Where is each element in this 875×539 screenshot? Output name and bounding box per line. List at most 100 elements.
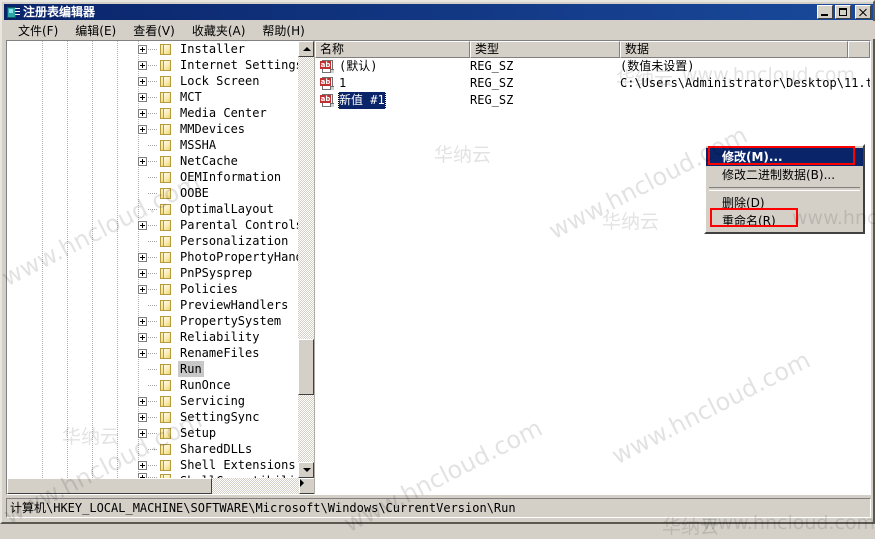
expand-plus-icon[interactable] [138,108,147,118]
tree-node-oeminformation[interactable]: OEMInformation [7,169,299,185]
folder-icon [158,411,174,424]
folder-icon [158,331,174,344]
cell-name: ab 1 [315,75,470,92]
tree-node-lock-screen[interactable]: Lock Screen [7,73,299,89]
tree-node-netcache[interactable]: NetCache [7,153,299,169]
tree-node-propertysystem[interactable]: PropertySystem [7,313,299,329]
expand-plus-icon[interactable] [138,60,147,70]
context-menu[interactable]: 修改(M)... 修改二进制数据(B)... 删除(D) 重命名(R) [704,144,865,234]
tree-node-mct[interactable]: MCT [7,89,299,105]
tree-node-label: Policies [180,282,238,296]
table-row[interactable]: ab 1 REG_SZ C:\Users\Administrator\Desktop\… [315,75,870,92]
tree-node-setup[interactable]: Setup [7,425,299,441]
expand-plus-icon[interactable] [138,412,147,422]
folder-icon [158,59,174,72]
expand-plus-icon[interactable] [138,396,147,406]
tree-connector [148,256,157,258]
tree-node-renamefiles[interactable]: RenameFiles [7,345,299,361]
tree-node-photopropertyhandler[interactable]: PhotoPropertyHandler [7,249,299,265]
expand-plus-icon[interactable] [138,332,147,342]
menu-favorites[interactable]: 收藏夹(A) [184,21,255,40]
tree-node-pnpsysprep[interactable]: PnPSysprep [7,265,299,281]
expand-plus-icon[interactable] [138,460,147,470]
tree-node-label: MCT [180,90,202,104]
maximize-button[interactable] [835,5,851,19]
table-row[interactable]: ab (默认) REG_SZ (数值未设置) [315,58,870,75]
table-row[interactable]: ab 新值 #1 REG_SZ [315,92,870,109]
value-list[interactable]: ab (默认) REG_SZ (数值未设置) ab 1 REG_SZ C:\Users\Adm… [315,58,870,109]
expand-plus-icon[interactable] [138,44,147,54]
tree-node-run[interactable]: Run [7,361,299,377]
value-list-pane[interactable]: 名称 类型 数据 ab (默认) REG_SZ (数值未设置) ab 1 REG_SZ C:\… [315,41,870,494]
tree-node-shareddlls[interactable]: SharedDLLs [7,441,299,457]
tree-node-shell-extensions[interactable]: Shell Extensions [7,457,299,473]
tree-node-optimallayout[interactable]: OptimalLayout [7,201,299,217]
cell-type: REG_SZ [470,58,620,75]
tree-node-previewhandlers[interactable]: PreviewHandlers [7,297,299,313]
expand-plus-icon[interactable] [138,220,147,230]
tree-scroll-up-button[interactable] [298,41,314,57]
expand-plus-icon[interactable] [138,156,147,166]
column-header-type[interactable]: 类型 [470,41,620,58]
expand-plus-icon[interactable] [138,428,147,438]
close-button[interactable] [855,5,871,19]
tree-node-label: Lock Screen [180,74,260,88]
menu-file[interactable]: 文件(F) [10,21,67,40]
expand-plus-icon[interactable] [138,316,147,326]
tree-scroll-down-button[interactable] [298,462,314,478]
tree-node-runonce[interactable]: RunOnce [7,377,299,393]
tree-node-personalization[interactable]: Personalization [7,233,299,249]
expand-plus-icon[interactable] [138,252,147,262]
expand-plus-icon[interactable] [138,348,147,358]
menu-edit[interactable]: 编辑(E) [67,21,125,40]
context-menu-item-rename[interactable]: 重命名(R) [706,212,863,230]
tree-node-internet-settings[interactable]: Internet Settings [7,57,299,73]
context-menu-item-modify[interactable]: 修改(M)... [706,148,863,166]
registry-tree[interactable]: Installer Internet Settings Lock Screen MCT… [7,41,299,478]
expand-plus-icon[interactable] [138,76,147,86]
registry-tree-pane[interactable]: Installer Internet Settings Lock Screen MCT… [7,41,315,494]
tree-scroll-right-button[interactable] [299,478,314,494]
tree-node-oobe[interactable]: OOBE [7,185,299,201]
tree-node-label: Reliability [180,330,260,344]
expand-plus-icon[interactable] [138,284,147,294]
menu-view[interactable]: 查看(V) [125,21,184,40]
tree-node-mssha[interactable]: MSSHA [7,137,299,153]
tree-scrollbar-track[interactable] [298,57,314,462]
tree-node-label: OOBE [180,186,209,200]
folder-icon [158,427,174,440]
client-area: Installer Internet Settings Lock Screen MCT… [6,40,871,495]
column-header-data[interactable]: 数据 [620,41,848,58]
tree-node-policies[interactable]: Policies [7,281,299,297]
tree-hscrollbar-thumb[interactable] [7,478,212,494]
tree-node-installer[interactable]: Installer [7,41,299,57]
expand-plus-icon[interactable] [138,124,147,134]
tree-node-parental-controls[interactable]: Parental Controls [7,217,299,233]
column-header-name[interactable]: 名称 [315,41,470,58]
value-name: 1 [339,76,347,90]
context-menu-item-modify-binary[interactable]: 修改二进制数据(B)... [706,166,863,184]
tree-horizontal-scrollbar[interactable] [7,478,314,494]
tree-node-settingsync[interactable]: SettingSync [7,409,299,425]
tree-node-mmdevices[interactable]: MMDevices [7,121,299,137]
expand-plus-icon[interactable] [138,268,147,278]
minimize-button[interactable] [817,5,833,19]
value-type: REG_SZ [470,93,514,107]
tree-node-servicing[interactable]: Servicing [7,393,299,409]
tree-scrollbar-thumb[interactable] [298,339,314,395]
menu-help[interactable]: 帮助(H) [254,21,313,40]
tree-node-media-center[interactable]: Media Center [7,105,299,121]
tree-node-label: RunOnce [180,378,231,392]
string-value-icon: ab [320,59,335,74]
tree-vertical-scrollbar[interactable] [298,41,314,478]
context-menu-item-delete[interactable]: 删除(D) [706,194,863,212]
tree-node-reliability[interactable]: Reliability [7,329,299,345]
expand-plus-icon[interactable] [138,92,147,102]
